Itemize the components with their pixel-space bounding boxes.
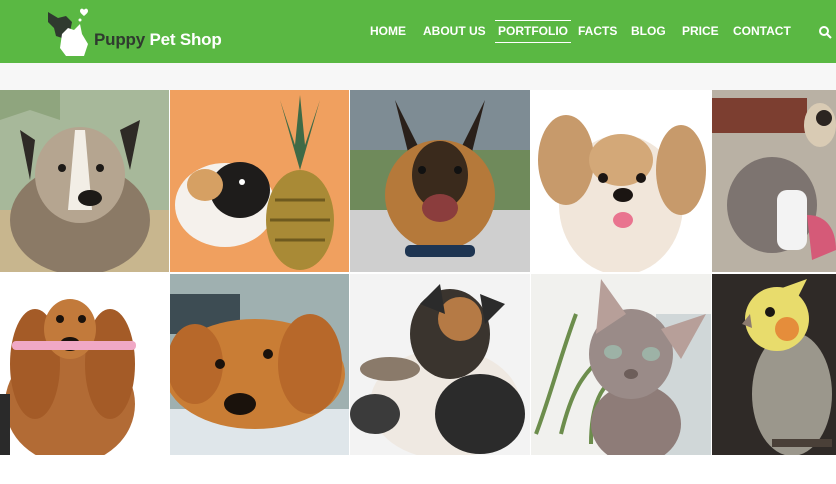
- gallery-item-guinea-pig[interactable]: [170, 90, 349, 272]
- nav-about-us[interactable]: ABOUT US: [423, 24, 486, 40]
- nav-contact[interactable]: CONTACT: [733, 24, 791, 40]
- nav-portfolio[interactable]: PORTFOLIO: [495, 20, 571, 43]
- mixed-dog-photo: [0, 90, 169, 272]
- brand-name-part2: Pet Shop: [144, 30, 222, 49]
- dog-cat-heart-logo-icon: [48, 8, 88, 56]
- gallery-item-sphynx-cat[interactable]: [531, 274, 711, 455]
- nav-facts[interactable]: FACTS: [578, 24, 617, 40]
- gallery-item-german-shepherd[interactable]: [350, 90, 530, 272]
- gallery-item-cockatiel[interactable]: [712, 274, 836, 455]
- brand-logo[interactable]: Puppy Pet Shop: [44, 6, 222, 58]
- brand-name-part1: Puppy: [94, 30, 145, 49]
- german-shepherd-photo: [350, 90, 530, 272]
- guinea-pig-pineapple-photo: [170, 90, 349, 272]
- border-collie-photo: [350, 274, 530, 455]
- gallery-item-cat-bed[interactable]: [712, 90, 836, 272]
- nav-home[interactable]: HOME: [370, 24, 406, 40]
- gallery-item-dachshund[interactable]: [0, 274, 169, 455]
- gallery-item-mixed-dog[interactable]: [0, 90, 169, 272]
- sphynx-cat-photo: [531, 274, 711, 455]
- gallery-item-shih-tzu[interactable]: [531, 90, 711, 272]
- shih-tzu-photo: [531, 90, 711, 272]
- site-header: Puppy Pet Shop HOME ABOUT US PORTFOLIO F…: [0, 0, 836, 63]
- nav-price[interactable]: PRICE: [682, 24, 719, 40]
- search-icon[interactable]: [818, 25, 832, 39]
- header-subbar: [0, 63, 836, 90]
- nav-blog[interactable]: BLOG: [631, 24, 666, 40]
- brand-name: Puppy Pet Shop: [94, 30, 222, 50]
- golden-retriever-photo: [170, 274, 349, 455]
- gallery-item-border-collie[interactable]: [350, 274, 530, 455]
- cockatiel-photo: [712, 274, 836, 455]
- gallery-item-golden-retriever[interactable]: [170, 274, 349, 455]
- cat-pet-bed-photo: [712, 90, 836, 272]
- dachshund-toothbrush-photo: [0, 274, 169, 455]
